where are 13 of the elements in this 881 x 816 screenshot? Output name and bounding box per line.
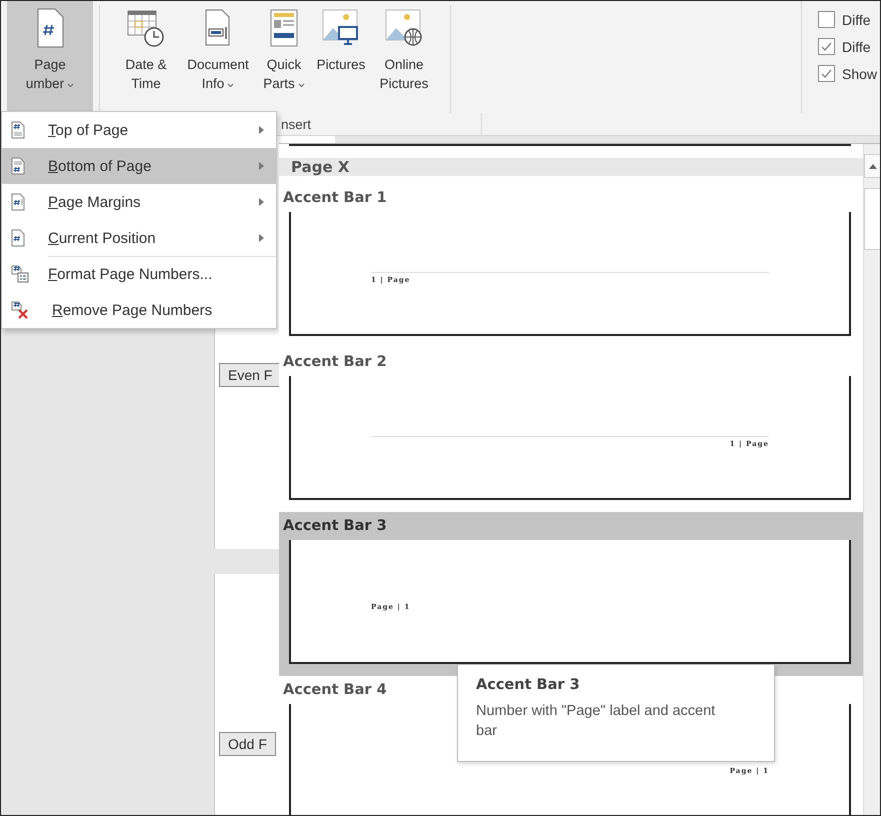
- item-title: Accent Bar 1: [282, 190, 387, 206]
- footer-label: Odd F: [219, 732, 276, 756]
- item-title: Accent Bar 4: [282, 682, 387, 698]
- group-label: nsert: [281, 116, 312, 132]
- option-label: Diffe: [842, 12, 871, 28]
- item-title: Accent Bar 2: [282, 354, 387, 370]
- option-label: Diffe: [842, 38, 871, 54]
- footer-label: Even F: [219, 363, 282, 387]
- option-label: Show: [842, 66, 878, 82]
- item-title: Accent Bar 3: [282, 518, 387, 534]
- section-header: Page X: [279, 158, 863, 176]
- tooltip-description: Number with "Page" label and accent bar: [476, 702, 716, 741]
- tooltip-title: Accent Bar 3: [476, 677, 581, 693]
